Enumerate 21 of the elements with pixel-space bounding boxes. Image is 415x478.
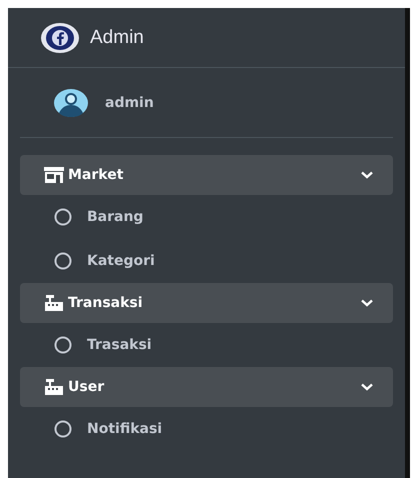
circle-icon — [54, 336, 72, 354]
menu-item[interactable]: Notifikasi — [20, 407, 393, 451]
menu-item[interactable]: Barang — [20, 195, 393, 239]
circle-icon — [54, 208, 72, 226]
menu-group-header[interactable]: User — [20, 367, 393, 407]
menu-item[interactable]: Trasaksi — [20, 323, 393, 367]
circle-icon — [54, 252, 72, 270]
menu-group-header[interactable]: Transaksi — [20, 283, 393, 323]
menu-item[interactable]: Kategori — [20, 239, 393, 283]
cash-register-icon — [44, 379, 64, 395]
user-name: admin — [105, 94, 154, 110]
menu-group-header[interactable]: Market — [20, 155, 393, 195]
store-icon — [44, 167, 64, 183]
cash-register-icon — [44, 295, 64, 311]
logo-icon — [40, 22, 80, 54]
chevron-icon — [361, 171, 373, 179]
user-avatar-icon — [53, 88, 89, 118]
brand-title: Admin — [90, 26, 144, 48]
chevron-icon — [361, 299, 373, 307]
chevron-icon — [361, 383, 373, 391]
circle-icon — [54, 420, 72, 438]
